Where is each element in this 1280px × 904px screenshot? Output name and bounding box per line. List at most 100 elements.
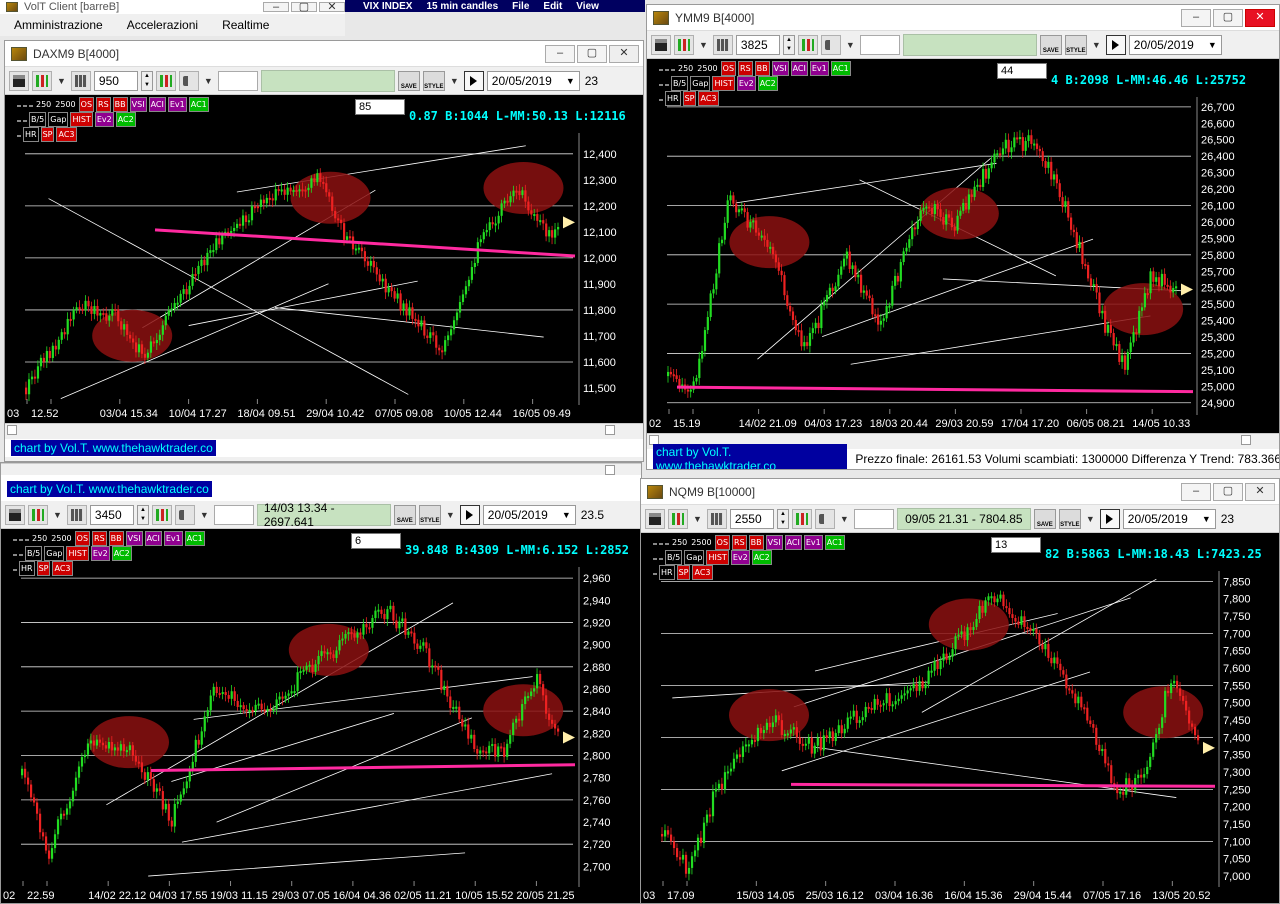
indicator-toggle[interactable]: ACI xyxy=(144,531,162,546)
save-layout-button[interactable]: SAVE xyxy=(393,504,416,525)
play-button[interactable] xyxy=(463,70,484,91)
indicator-toggle[interactable]: ACI xyxy=(784,535,802,550)
color-swatch-magenta[interactable] xyxy=(659,558,663,560)
chart-credit[interactable]: chart by Vol.T. www.thehawktrader.co xyxy=(653,444,848,469)
save-layout-button[interactable]: SAVE xyxy=(1039,34,1062,55)
minimize-button[interactable]: – xyxy=(263,1,289,12)
color-swatch-magenta[interactable] xyxy=(23,120,27,122)
period-short[interactable]: 250 xyxy=(31,532,49,545)
save-button[interactable] xyxy=(5,504,25,525)
candle-type-button[interactable] xyxy=(668,508,688,529)
hist-toggle[interactable]: HIST xyxy=(66,546,89,561)
ev1-toggle[interactable]: Ev1 xyxy=(163,531,183,546)
vix-index-menu[interactable]: VIX INDEX xyxy=(363,1,412,12)
indicator-toggle[interactable]: RS xyxy=(738,61,753,76)
candle-type-button[interactable] xyxy=(32,70,52,91)
indicator-button[interactable] xyxy=(797,34,818,55)
indicator-toggle[interactable]: RS xyxy=(732,535,747,550)
symbol-input[interactable] xyxy=(217,70,258,91)
color-swatch-yellow[interactable] xyxy=(19,539,23,541)
candle-type-button[interactable] xyxy=(28,504,48,525)
play-button[interactable] xyxy=(1099,508,1120,529)
bars-spinner[interactable]: ▲ ▼ xyxy=(136,504,149,525)
save-button[interactable] xyxy=(9,70,29,91)
date-picker[interactable]: 20/05/2019 ▼ xyxy=(482,504,576,525)
close-button[interactable]: ✕ xyxy=(1245,8,1275,27)
indicator-toggle[interactable]: BB xyxy=(754,61,770,76)
indicator-toggle[interactable]: OS xyxy=(78,97,95,112)
date-picker[interactable]: 20/05/2019 ▼ xyxy=(1128,34,1222,55)
ev2-toggle[interactable]: Ev2 xyxy=(90,546,110,561)
ac3-toggle[interactable]: AC3 xyxy=(692,565,713,580)
color-swatch-green[interactable] xyxy=(671,69,675,71)
color-swatch-yellow[interactable] xyxy=(659,69,663,71)
indicator-toggle[interactable]: BB xyxy=(112,97,128,112)
bars-spinner[interactable]: ▲ ▼ xyxy=(782,34,795,55)
sp-toggle[interactable]: SP xyxy=(40,127,55,142)
ev2-toggle[interactable]: Ev2 xyxy=(94,112,114,127)
bars-spinner[interactable]: ▲ ▼ xyxy=(140,70,153,91)
chevron-down-icon[interactable]: ▼ xyxy=(840,514,849,524)
play-button[interactable] xyxy=(1105,34,1126,55)
indicator-toggle[interactable]: VSI xyxy=(125,531,143,546)
hist-toggle[interactable]: HIST xyxy=(70,112,93,127)
hr-toggle[interactable]: HR xyxy=(665,91,681,106)
period-input[interactable]: 6 xyxy=(351,533,401,549)
color-swatch-green[interactable] xyxy=(29,105,33,107)
chevron-down-icon[interactable]: ▼ xyxy=(53,510,62,520)
minimize-button[interactable]: – xyxy=(1181,8,1211,27)
period-long[interactable]: 2500 xyxy=(690,536,713,549)
period-long[interactable]: 2500 xyxy=(50,532,73,545)
price-chart[interactable]: 7,850 7,800 7,750 7,700 7,650 7,600 7,550 7,500… xyxy=(641,533,1279,903)
candle-type-button[interactable] xyxy=(674,34,694,55)
maximize-button[interactable]: ▢ xyxy=(1213,8,1243,27)
ac3-toggle[interactable]: AC3 xyxy=(698,91,719,106)
scroll-right-arrow[interactable] xyxy=(605,465,615,475)
period-input[interactable]: 44 xyxy=(997,63,1047,79)
maximize-button[interactable]: ▢ xyxy=(291,1,317,12)
indicator-toggle[interactable]: OS xyxy=(720,61,737,76)
color-swatch-yellow[interactable] xyxy=(13,539,17,541)
hr-toggle[interactable]: HR xyxy=(23,127,39,142)
menu-amministrazione[interactable]: Amministrazione xyxy=(14,18,103,32)
ac2-toggle[interactable]: AC2 xyxy=(111,546,132,561)
ac3-toggle[interactable]: AC3 xyxy=(56,127,77,142)
color-swatch-magenta[interactable] xyxy=(665,84,669,86)
period-short[interactable]: 250 xyxy=(677,62,695,75)
close-button[interactable]: ✕ xyxy=(609,44,639,63)
symbol-input[interactable] xyxy=(213,504,254,525)
color-swatch-green[interactable] xyxy=(25,539,29,541)
sp-toggle[interactable]: SP xyxy=(676,565,691,580)
chevron-down-icon[interactable]: ▼ xyxy=(693,514,702,524)
indicator-button[interactable] xyxy=(155,70,176,91)
sound-button[interactable] xyxy=(820,34,841,55)
close-button[interactable]: ✕ xyxy=(1245,482,1275,501)
scroll-left-arrow[interactable] xyxy=(7,425,17,435)
price-chart[interactable]: 26,700 26,600 26,500 26,400 26,300 26,200 26,1… xyxy=(647,59,1279,433)
color-swatch-blue[interactable] xyxy=(13,569,17,571)
hr-toggle[interactable]: HR xyxy=(659,565,675,580)
color-swatch-blue[interactable] xyxy=(17,135,21,137)
chevron-down-icon[interactable]: ▼ xyxy=(846,40,855,50)
hist-toggle[interactable]: HIST xyxy=(706,550,729,565)
ac1-toggle[interactable]: AC1 xyxy=(188,97,209,112)
ev1-toggle[interactable]: Ev1 xyxy=(167,97,187,112)
color-swatch-yellow[interactable] xyxy=(17,105,21,107)
indicator-toggle[interactable]: VSI xyxy=(771,61,789,76)
save-layout-button[interactable]: SAVE xyxy=(397,70,420,91)
color-swatch-blue[interactable] xyxy=(653,573,657,575)
chevron-down-icon[interactable]: ▼ xyxy=(1086,514,1095,524)
ac1-toggle[interactable]: AC1 xyxy=(824,535,845,550)
ev1-toggle[interactable]: Ev1 xyxy=(803,535,823,550)
grid-button[interactable] xyxy=(66,504,87,525)
save-layout-button[interactable]: SAVE xyxy=(1033,508,1056,529)
chart-credit[interactable]: chart by Vol.T. www.thehawktrader.co xyxy=(11,440,216,456)
sound-button[interactable] xyxy=(174,504,195,525)
chevron-down-icon[interactable]: ▼ xyxy=(57,76,66,86)
save-button[interactable] xyxy=(645,508,665,529)
gap-toggle[interactable]: Gap xyxy=(48,112,69,127)
ev1-toggle[interactable]: Ev1 xyxy=(809,61,829,76)
hist-toggle[interactable]: HIST xyxy=(712,76,735,91)
bars-count-input[interactable]: 3825 xyxy=(735,34,780,55)
indicator-toggle[interactable]: VSI xyxy=(129,97,147,112)
